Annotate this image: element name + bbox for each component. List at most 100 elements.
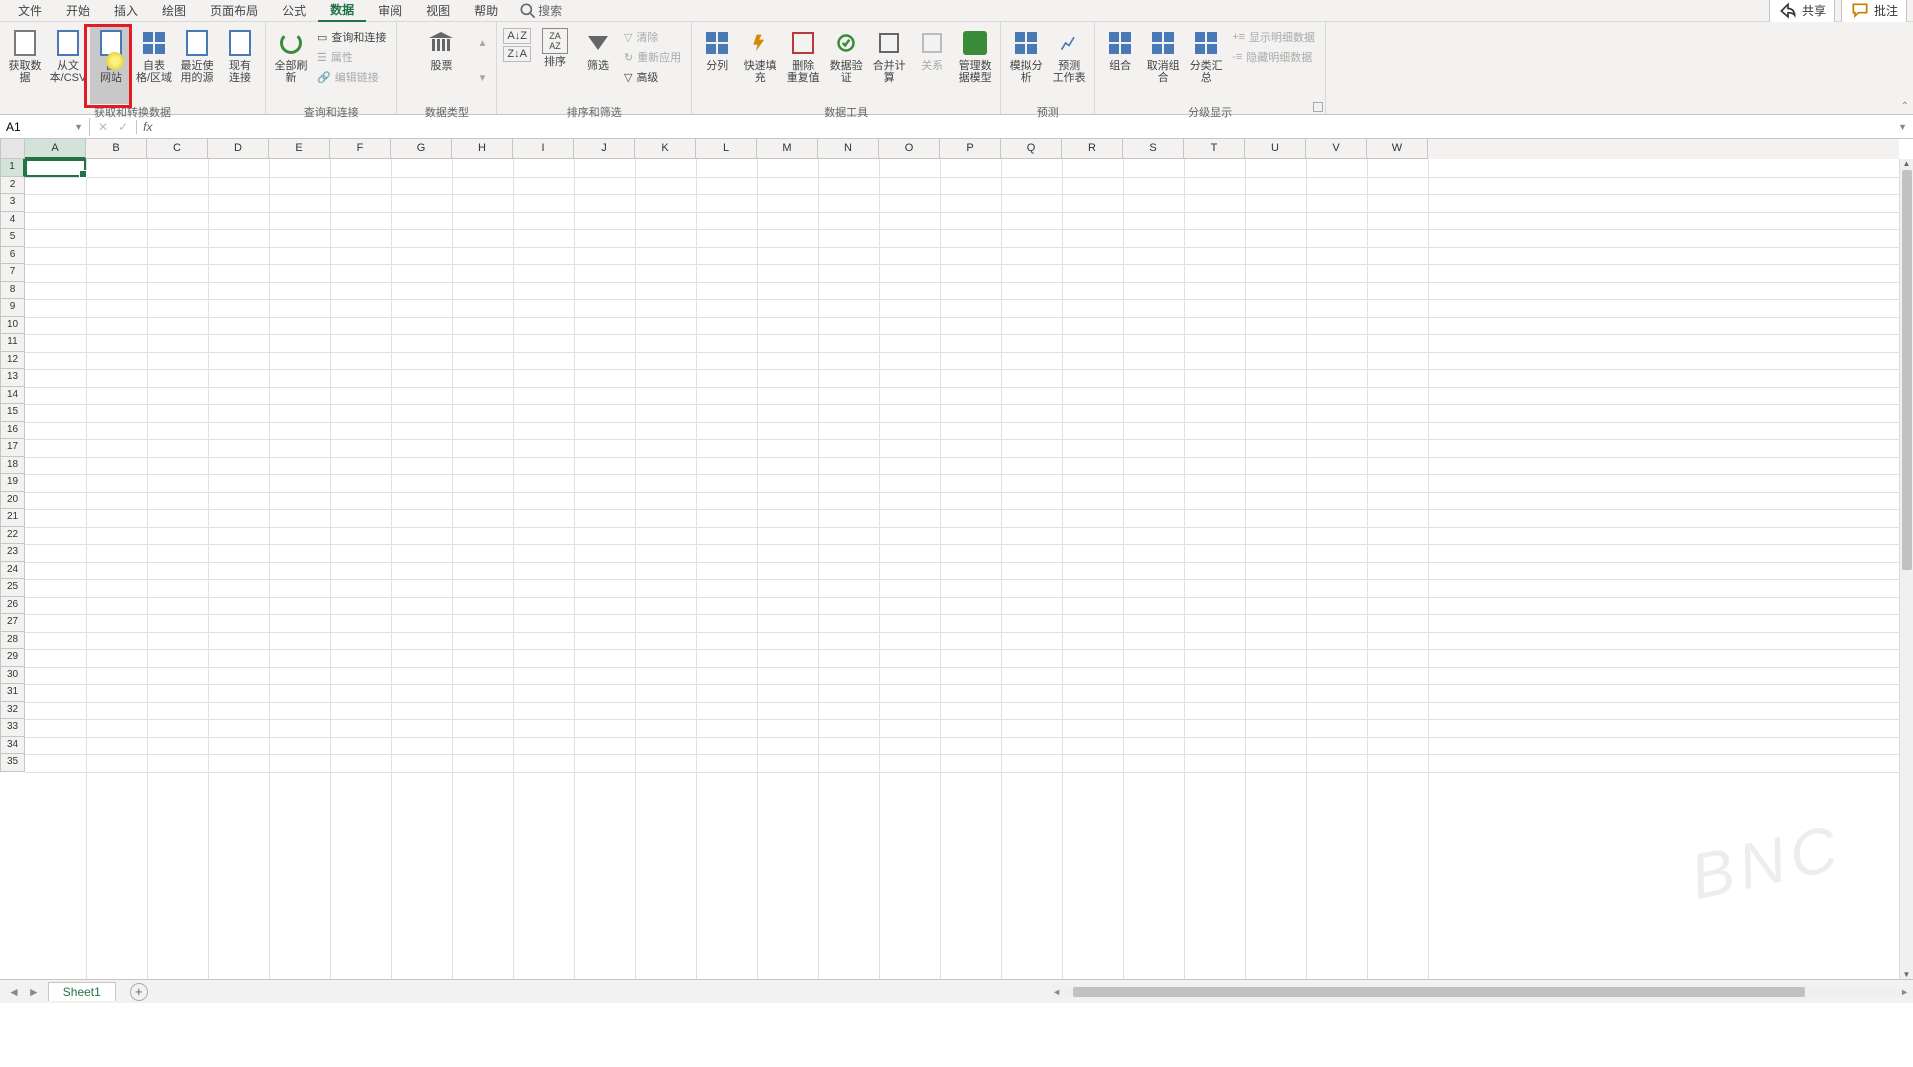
- row-header[interactable]: 12: [0, 352, 25, 370]
- text-to-cols-button[interactable]: 分列: [696, 24, 738, 104]
- column-header[interactable]: J: [574, 139, 635, 159]
- row-header[interactable]: 11: [0, 334, 25, 352]
- ribbon-collapse-button[interactable]: ⌃: [1901, 101, 1909, 112]
- cancel-icon[interactable]: ✕: [98, 120, 108, 134]
- tab-view[interactable]: 视图: [414, 0, 462, 22]
- column-header[interactable]: R: [1062, 139, 1123, 159]
- column-header[interactable]: B: [86, 139, 147, 159]
- tab-review[interactable]: 审阅: [366, 0, 414, 22]
- refresh-all-button[interactable]: 全部刷新: [270, 24, 312, 104]
- row-header[interactable]: 1: [0, 159, 25, 177]
- row-header[interactable]: 35: [0, 754, 25, 772]
- row-header[interactable]: 19: [0, 474, 25, 492]
- fx-icon[interactable]: fx: [137, 120, 158, 134]
- tab-formulas[interactable]: 公式: [270, 0, 318, 22]
- column-header[interactable]: K: [635, 139, 696, 159]
- remove-dup-button[interactable]: 删除 重复值: [782, 24, 824, 104]
- show-detail-button[interactable]: +≡显示明细数据: [1228, 28, 1319, 46]
- column-header[interactable]: S: [1123, 139, 1184, 159]
- row-header[interactable]: 28: [0, 632, 25, 650]
- column-header[interactable]: T: [1184, 139, 1245, 159]
- name-box[interactable]: A1 ▼: [0, 118, 90, 136]
- row-header[interactable]: 4: [0, 212, 25, 230]
- row-header[interactable]: 22: [0, 527, 25, 545]
- column-header[interactable]: O: [879, 139, 940, 159]
- column-header[interactable]: H: [452, 139, 513, 159]
- whatif-button[interactable]: 模拟分析: [1005, 24, 1047, 104]
- subtotal-button[interactable]: 分类汇总: [1185, 24, 1227, 104]
- tab-page-layout[interactable]: 页面布局: [198, 0, 270, 22]
- row-header[interactable]: 3: [0, 194, 25, 212]
- name-box-dropdown-icon[interactable]: ▼: [74, 122, 83, 132]
- row-header[interactable]: 34: [0, 737, 25, 755]
- row-header[interactable]: 18: [0, 457, 25, 475]
- hscroll-right-icon[interactable]: ►: [1900, 987, 1909, 997]
- row-header[interactable]: 30: [0, 667, 25, 685]
- row-header[interactable]: 5: [0, 229, 25, 247]
- from-csv-button[interactable]: 从文 本/CSV: [47, 24, 89, 104]
- row-header[interactable]: 25: [0, 579, 25, 597]
- vscroll-thumb[interactable]: [1902, 170, 1912, 570]
- existing-conn-button[interactable]: 现有 连接: [219, 24, 261, 104]
- tab-insert[interactable]: 插入: [102, 0, 150, 22]
- column-header[interactable]: E: [269, 139, 330, 159]
- row-header[interactable]: 23: [0, 544, 25, 562]
- search-area[interactable]: 搜索: [518, 1, 562, 21]
- column-header[interactable]: I: [513, 139, 574, 159]
- column-header[interactable]: N: [818, 139, 879, 159]
- row-header[interactable]: 17: [0, 439, 25, 457]
- row-header[interactable]: 27: [0, 614, 25, 632]
- row-header[interactable]: 2: [0, 177, 25, 195]
- sheet-nav-prev-icon[interactable]: ◄: [8, 985, 20, 999]
- column-header[interactable]: D: [208, 139, 269, 159]
- column-header[interactable]: A: [25, 139, 86, 159]
- column-header[interactable]: Q: [1001, 139, 1062, 159]
- column-header[interactable]: V: [1306, 139, 1367, 159]
- sort-button[interactable]: ZAAZ 排序: [534, 24, 576, 104]
- row-header[interactable]: 6: [0, 247, 25, 265]
- column-header[interactable]: G: [391, 139, 452, 159]
- horizontal-scrollbar[interactable]: ◄ ►: [1052, 986, 1913, 998]
- vertical-scrollbar[interactable]: [1899, 159, 1913, 979]
- row-header[interactable]: 26: [0, 597, 25, 615]
- row-header[interactable]: 15: [0, 404, 25, 422]
- comments-button[interactable]: 批注: [1841, 0, 1907, 23]
- sheet-tab-sheet1[interactable]: Sheet1: [48, 982, 116, 1001]
- stocks-button[interactable]: 股票: [406, 24, 476, 104]
- row-header[interactable]: 10: [0, 317, 25, 335]
- filter-button[interactable]: 筛选: [577, 24, 619, 104]
- reapply-button[interactable]: ↻重新应用: [620, 48, 685, 66]
- column-header[interactable]: F: [330, 139, 391, 159]
- column-header[interactable]: P: [940, 139, 1001, 159]
- column-header[interactable]: W: [1367, 139, 1428, 159]
- hide-detail-button[interactable]: -≡隐藏明细数据: [1228, 48, 1319, 66]
- row-header[interactable]: 14: [0, 387, 25, 405]
- properties-button[interactable]: ☰属性: [313, 48, 390, 66]
- group-button[interactable]: 组合: [1099, 24, 1141, 104]
- row-header[interactable]: 16: [0, 422, 25, 440]
- tab-data[interactable]: 数据: [318, 0, 366, 22]
- data-type-down-icon[interactable]: ▼: [477, 73, 487, 84]
- tab-help[interactable]: 帮助: [462, 0, 510, 22]
- tab-home[interactable]: 开始: [54, 0, 102, 22]
- formula-input[interactable]: [158, 125, 1892, 129]
- formula-bar-expand-icon[interactable]: ▼: [1892, 122, 1913, 132]
- add-sheet-button[interactable]: +: [130, 983, 148, 1001]
- row-header[interactable]: 8: [0, 282, 25, 300]
- sheet-nav-next-icon[interactable]: ►: [28, 985, 40, 999]
- row-header[interactable]: 7: [0, 264, 25, 282]
- cell-grid[interactable]: [25, 159, 1899, 979]
- row-header[interactable]: 24: [0, 562, 25, 580]
- column-header[interactable]: M: [757, 139, 818, 159]
- column-header[interactable]: L: [696, 139, 757, 159]
- row-header[interactable]: 21: [0, 509, 25, 527]
- row-header[interactable]: 33: [0, 719, 25, 737]
- consolidate-button[interactable]: 合并计算: [868, 24, 910, 104]
- advanced-button[interactable]: ▽高级: [620, 68, 685, 86]
- from-table-button[interactable]: 自表 格/区域: [133, 24, 175, 104]
- tab-draw[interactable]: 绘图: [150, 0, 198, 22]
- hscroll-left-icon[interactable]: ◄: [1052, 987, 1061, 997]
- queries-conn-button[interactable]: ▭查询和连接: [313, 28, 390, 46]
- hscroll-thumb[interactable]: [1073, 987, 1805, 997]
- data-model-button[interactable]: 管理数 据模型: [954, 24, 996, 104]
